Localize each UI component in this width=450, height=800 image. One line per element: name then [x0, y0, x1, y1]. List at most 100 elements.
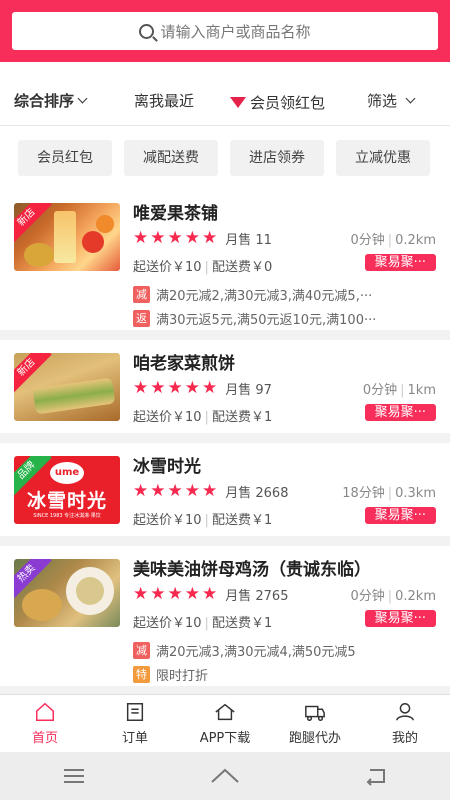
discount-tag: 减	[133, 642, 150, 659]
star-icon: ★	[133, 481, 149, 501]
promo-row: 减 满20元减2,满30元减3,满40元减5,···	[133, 285, 372, 304]
filter-button[interactable]: 筛选	[367, 90, 416, 111]
star-icon: ★	[184, 584, 200, 604]
platform-tag: 聚易聚···	[364, 254, 436, 271]
promo-text: 满20元减3,满30元减4,满50元减5	[156, 645, 356, 660]
chip-store-coupon[interactable]: 进店领券	[230, 140, 324, 176]
tab-app-download-label: APP下载	[199, 731, 251, 746]
chip-member-redpacket[interactable]: 会员红包	[18, 140, 112, 176]
chevron-down-icon	[77, 93, 88, 104]
shop-name: 唯爱果茶铺	[133, 204, 218, 224]
tab-orders[interactable]: 订单	[90, 695, 180, 752]
bingxue-logo-sub: SINCE 1983 专注冰淇淋·果饮	[33, 513, 101, 519]
star-icon: ★	[167, 481, 183, 501]
monthly-sales: 月售 97	[225, 382, 272, 398]
tab-app-download[interactable]: APP下载	[180, 695, 270, 752]
search-placeholder: 请输入商户或商品名称	[160, 22, 311, 41]
chip-instant-discount[interactable]: 立减优惠	[336, 140, 430, 176]
sort-default[interactable]: 综合排序	[14, 90, 88, 111]
star-icon: ★	[202, 228, 218, 248]
star-icon: ★	[167, 228, 183, 248]
home-nav-icon[interactable]	[210, 766, 240, 786]
tab-orders-label: 订单	[121, 731, 148, 746]
menu-icon[interactable]	[62, 767, 86, 785]
filter-label: 筛选	[367, 92, 398, 110]
sort-member-redpacket[interactable]: 会员领红包	[230, 92, 325, 113]
sort-nearest[interactable]: 离我最近	[134, 90, 194, 111]
platform-tag: 聚易聚···	[364, 507, 436, 524]
shop-image: 新店	[14, 203, 120, 271]
min-order: 起送价￥10	[133, 410, 202, 425]
star-icon: ★	[202, 378, 218, 398]
price-info: 起送价￥10 | 配送费￥0	[133, 260, 273, 275]
shop-card[interactable]: ume 冰雪时光 SINCE 1983 专注冰淇淋·果饮 品牌 冰雪时光 ★ ★ ★…	[0, 443, 450, 546]
delivery-fee: 配送费￥1	[211, 513, 273, 528]
promo-text: 满20元减2,满30元减3,满40元减5,···	[156, 289, 373, 304]
tab-mine-label: 我的	[391, 731, 418, 746]
truck-icon	[305, 705, 325, 721]
shop-name: 咱老家菜煎饼	[133, 354, 235, 374]
user-icon	[396, 703, 414, 721]
tab-errands-label: 跑腿代办	[288, 731, 341, 746]
promo-text: 满30元返5元,满50元返10元,满100···	[156, 313, 377, 328]
distance: 0.3km	[395, 486, 436, 501]
monthly-sales: 月售 2765	[225, 588, 289, 604]
promo-row: 减 满20元减3,满30元减4,满50元减5	[133, 641, 356, 660]
shop-image: 热卖	[14, 559, 120, 627]
shop-name: 美味美油饼母鸡汤（贵诚东临）	[133, 560, 371, 580]
shop-name: 冰雪时光	[133, 457, 201, 477]
min-order: 起送价￥10	[133, 260, 202, 275]
delivery-time-distance: 18分钟 | 0.3km	[342, 486, 436, 501]
star-icon: ★	[167, 378, 183, 398]
shop-list: 新店 唯爱果茶铺 ★ ★ ★ ★ ★ 月售 11 0分钟 | 0.2km 起送价￥10 | 配送…	[0, 190, 450, 694]
delivery-time: 18分钟	[342, 486, 385, 501]
monthly-sales: 月售 2668	[225, 485, 289, 501]
tab-home[interactable]: 首页	[0, 695, 90, 752]
star-icon: ★	[150, 584, 166, 604]
bingxue-logo-text: 冰雪时光	[26, 490, 107, 512]
order-icon	[126, 703, 144, 721]
tab-errands[interactable]: 跑腿代办	[270, 695, 360, 752]
star-icon: ★	[167, 584, 183, 604]
search-icon	[139, 23, 155, 39]
star-icon: ★	[184, 228, 200, 248]
star-icon: ★	[133, 584, 149, 604]
platform-tag: 聚易聚···	[364, 610, 436, 627]
distance: 0.2km	[395, 233, 436, 248]
diamond-icon	[230, 97, 246, 108]
sort-default-label: 综合排序	[14, 92, 75, 110]
delivery-time: 0分钟	[350, 589, 385, 604]
shop-image: 新店	[14, 353, 120, 421]
chip-reduce-delivery[interactable]: 减配送费	[124, 140, 218, 176]
delivery-time-distance: 0分钟 | 1km	[362, 383, 436, 398]
shop-rating: ★ ★ ★ ★ ★ 月售 97	[133, 378, 272, 398]
promo-row: 返 满30元返5元,满50元返10元,满100···	[133, 309, 376, 328]
special-tag: 特	[133, 666, 150, 683]
star-icon: ★	[150, 228, 166, 248]
download-icon	[215, 703, 235, 721]
shop-card[interactable]: 新店 咱老家菜煎饼 ★ ★ ★ ★ ★ 月售 97 0分钟 | 1km 起送价￥10 | 配送费…	[0, 340, 450, 443]
min-order: 起送价￥10	[133, 616, 202, 631]
search-header: 请输入商户或商品名称	[0, 0, 450, 62]
delivery-time-distance: 0分钟 | 0.2km	[350, 233, 436, 248]
tab-mine[interactable]: 我的	[360, 695, 450, 752]
promo-row: 特 限时打折	[133, 665, 208, 684]
platform-tag: 聚易聚···	[364, 404, 436, 421]
home-icon	[36, 702, 54, 721]
delivery-fee: 配送费￥0	[211, 260, 273, 275]
price-info: 起送价￥10 | 配送费￥1	[133, 513, 273, 528]
min-order: 起送价￥10	[133, 513, 202, 528]
shop-card[interactable]: 热卖 美味美油饼母鸡汤（贵诚东临） ★ ★ ★ ★ ★ 月售 2765 0分钟 | 0.2k…	[0, 546, 450, 694]
search-input[interactable]: 请输入商户或商品名称	[12, 12, 438, 50]
delivery-fee: 配送费￥1	[211, 410, 273, 425]
bottom-tab-bar: 首页 订单 APP下载 跑腿代办 我的	[0, 694, 450, 752]
delivery-time: 0分钟	[350, 233, 385, 248]
star-icon: ★	[184, 481, 200, 501]
back-icon[interactable]	[364, 766, 388, 786]
promo-text: 限时打折	[156, 669, 209, 684]
quick-filters: 会员红包 减配送费 进店领券 立减优惠	[0, 126, 450, 190]
star-icon: ★	[133, 228, 149, 248]
sort-nearest-label: 离我最近	[134, 92, 195, 110]
star-icon: ★	[202, 584, 218, 604]
shop-card[interactable]: 新店 唯爱果茶铺 ★ ★ ★ ★ ★ 月售 11 0分钟 | 0.2km 起送价￥10 | 配送…	[0, 190, 450, 340]
